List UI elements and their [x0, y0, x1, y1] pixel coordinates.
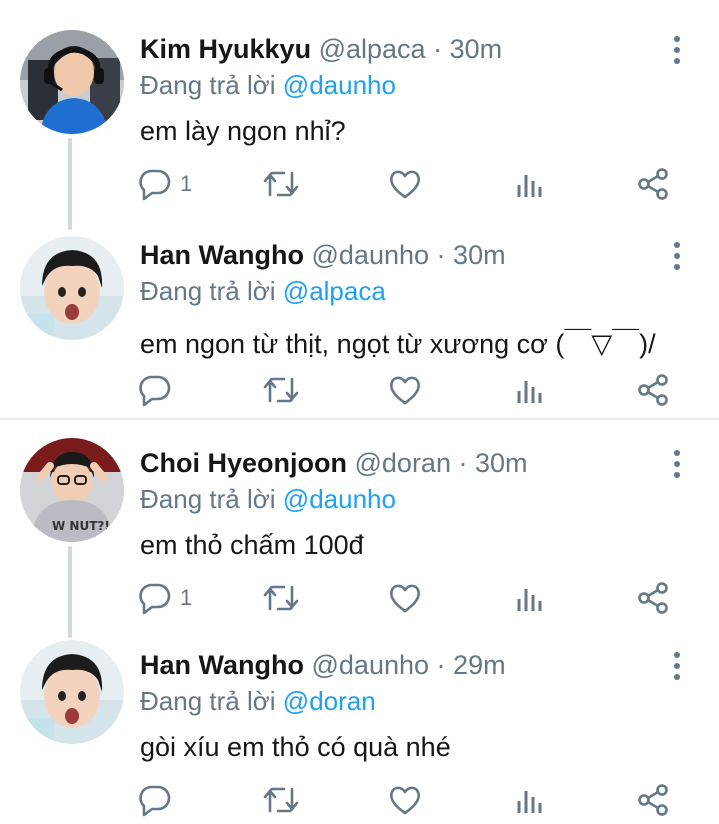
handle[interactable]: @daunho	[312, 650, 430, 680]
like-button[interactable]	[388, 368, 422, 412]
timestamp[interactable]: 29m	[453, 650, 506, 680]
replying-to: Đang trả lời @daunho	[140, 484, 396, 515]
share-icon	[638, 168, 668, 200]
tweet-header: Han Wangho @daunho · 30m	[140, 240, 506, 271]
timestamp[interactable]: 30m	[475, 448, 528, 478]
retweet-icon	[263, 377, 299, 403]
like-button[interactable]	[388, 162, 422, 206]
tweet[interactable]: Han Wangho @daunho · 29m Đang trả lời @d…	[0, 616, 719, 821]
heart-icon	[390, 584, 420, 613]
display-name[interactable]: Han Wangho	[140, 650, 304, 680]
retweet-button[interactable]	[262, 576, 300, 620]
analytics-icon	[517, 381, 542, 403]
share-button[interactable]	[636, 162, 670, 206]
display-name[interactable]: Han Wangho	[140, 240, 304, 270]
mention-link[interactable]: @doran	[283, 686, 376, 716]
tweet[interactable]: Kim Hyukkyu @alpaca · 30m Đang trả lời @…	[0, 0, 719, 205]
retweet-button[interactable]	[262, 778, 300, 822]
analytics-button[interactable]	[513, 162, 547, 206]
analytics-icon	[517, 589, 542, 611]
tweet-header: Han Wangho @daunho · 29m	[140, 650, 506, 681]
avatar[interactable]	[20, 30, 124, 134]
heart-icon	[390, 376, 420, 405]
retweet-button[interactable]	[262, 368, 300, 412]
share-icon	[638, 374, 668, 406]
retweet-icon	[263, 171, 299, 197]
separator: ·	[436, 650, 446, 680]
handle[interactable]: @doran	[355, 448, 451, 478]
share-icon	[638, 582, 668, 614]
replying-to: Đang trả lời @doran	[140, 686, 376, 717]
replying-to-label: Đang trả lời	[140, 276, 276, 306]
action-bar	[0, 778, 719, 822]
replying-to: Đang trả lời @daunho	[140, 70, 396, 101]
analytics-button[interactable]	[513, 778, 547, 822]
avatar[interactable]	[20, 640, 124, 744]
timestamp[interactable]: 30m	[453, 240, 506, 270]
share-button[interactable]	[636, 368, 670, 412]
tweet-text: em ngon từ thịt, ngọt từ xương cơ (￣▽￣)/	[140, 329, 656, 359]
analytics-button[interactable]	[513, 368, 547, 412]
reply-button[interactable]	[138, 778, 180, 822]
reply-icon	[139, 785, 171, 817]
reply-count: 1	[180, 585, 193, 610]
share-button[interactable]	[636, 778, 670, 822]
tweet-text: em lày ngon nhỉ?	[140, 116, 346, 146]
more-options-icon[interactable]	[660, 30, 694, 70]
more-options-icon[interactable]	[660, 646, 694, 686]
avatar[interactable]: W NUT?!	[20, 438, 124, 542]
more-options-icon[interactable]	[660, 444, 694, 484]
reply-count: 1	[180, 171, 193, 196]
action-bar: 1	[0, 162, 719, 206]
reply-button[interactable]	[138, 368, 180, 412]
analytics-icon	[517, 175, 542, 197]
tweet-header: Kim Hyukkyu @alpaca · 30m	[140, 34, 502, 65]
reply-button[interactable]: 1	[138, 162, 192, 206]
tweet[interactable]: W NUT?! Choi Hyeonjoon @doran · 30m Đang…	[0, 414, 719, 619]
heart-icon	[390, 170, 420, 199]
action-bar	[0, 368, 719, 412]
analytics-button[interactable]	[513, 576, 547, 620]
avatar[interactable]	[20, 236, 124, 340]
replying-to-label: Đang trả lời	[140, 70, 276, 100]
retweet-icon	[263, 787, 299, 813]
replying-to-label: Đang trả lời	[140, 686, 276, 716]
replying-to-label: Đang trả lời	[140, 484, 276, 514]
separator: ·	[433, 34, 443, 64]
tweet-header: Choi Hyeonjoon @doran · 30m	[140, 448, 528, 479]
timestamp[interactable]: 30m	[450, 34, 503, 64]
separator: ·	[436, 240, 446, 270]
reply-icon	[139, 583, 171, 615]
mention-link[interactable]: @daunho	[283, 70, 396, 100]
svg-text:W NUT?!: W NUT?!	[52, 519, 110, 533]
tweet-text: em thỏ chấm 100đ	[140, 530, 364, 560]
handle[interactable]: @daunho	[312, 240, 430, 270]
display-name[interactable]: Kim Hyukkyu	[140, 34, 311, 64]
share-icon	[638, 784, 668, 816]
more-options-icon[interactable]	[660, 236, 694, 276]
mention-link[interactable]: @alpaca	[283, 276, 386, 306]
retweet-icon	[263, 585, 299, 611]
tweet-text: gòi xíu em thỏ có quà nhé	[140, 732, 451, 762]
share-button[interactable]	[636, 576, 670, 620]
reply-button[interactable]: 1	[138, 576, 192, 620]
analytics-icon	[517, 791, 542, 813]
tweet[interactable]: Han Wangho @daunho · 30m Đang trả lời @a…	[0, 206, 719, 411]
mention-link[interactable]: @daunho	[283, 484, 396, 514]
heart-icon	[390, 786, 420, 815]
display-name[interactable]: Choi Hyeonjoon	[140, 448, 347, 478]
retweet-button[interactable]	[262, 162, 300, 206]
like-button[interactable]	[388, 778, 422, 822]
separator: ·	[458, 448, 468, 478]
handle[interactable]: @alpaca	[319, 34, 426, 64]
reply-icon	[139, 375, 171, 407]
reply-icon	[139, 169, 171, 201]
replying-to: Đang trả lời @alpaca	[140, 276, 386, 307]
like-button[interactable]	[388, 576, 422, 620]
action-bar: 1	[0, 576, 719, 620]
